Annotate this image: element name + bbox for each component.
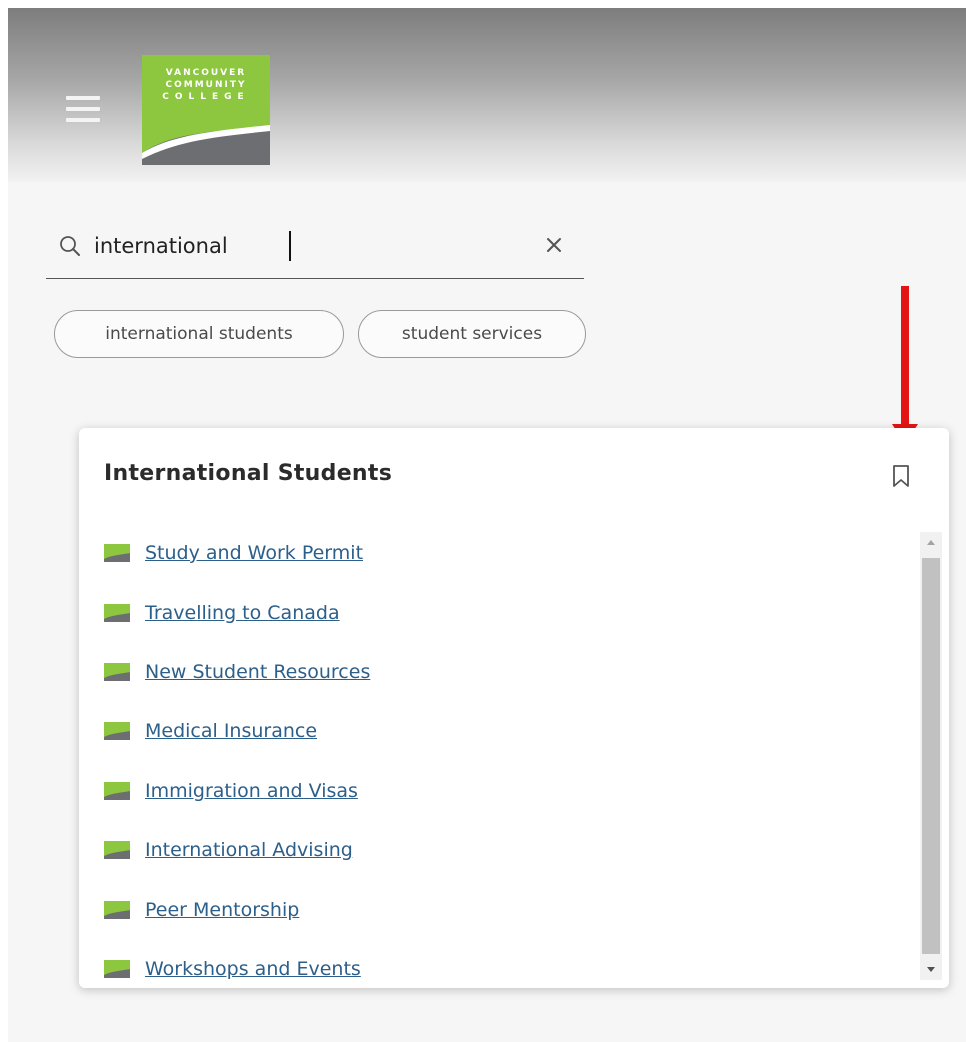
text-caret [289,231,291,261]
scrollbar[interactable] [920,532,942,980]
suggestion-chip-student-services[interactable]: student services [358,310,586,358]
result-card: International Students Study and Work Pe… [79,428,949,988]
scroll-thumb[interactable] [922,558,940,954]
scroll-down-arrow-icon[interactable] [920,958,942,980]
list-item: New Student Resources [104,655,370,689]
list-item: Workshops and Events [104,952,361,986]
link-new-student-resources[interactable]: New Student Resources [145,661,370,683]
bookmark-icon[interactable] [891,464,911,488]
vcc-link-icon [104,901,130,919]
link-immigration-and-visas[interactable]: Immigration and Visas [145,780,358,802]
red-arrow-down-icon [892,286,918,444]
vcc-logo[interactable]: VANCOUVER COMMUNITY COLLEGE [142,55,270,165]
link-peer-mentorship[interactable]: Peer Mentorship [145,899,299,921]
list-item: International Advising [104,833,353,867]
search-bar [46,220,584,279]
list-item: Travelling to Canada [104,596,340,630]
suggestion-chip-international-students[interactable]: international students [54,310,344,358]
vcc-link-icon [104,841,130,859]
search-icon [60,236,80,256]
vcc-link-icon [104,960,130,978]
page: VANCOUVER COMMUNITY COLLEGE internationa… [8,8,966,1042]
list-item: Medical Insurance [104,714,317,748]
search-input[interactable] [94,228,514,264]
link-international-advising[interactable]: International Advising [145,839,353,861]
scroll-up-arrow-icon[interactable] [920,532,942,554]
link-workshops-and-events[interactable]: Workshops and Events [145,958,361,980]
logo-swoosh-icon [142,125,270,165]
list-item: Peer Mentorship [104,893,299,927]
site-header: VANCOUVER COMMUNITY COLLEGE [8,8,966,182]
vcc-link-icon [104,663,130,681]
vcc-link-icon [104,722,130,740]
link-medical-insurance[interactable]: Medical Insurance [145,720,317,742]
vcc-link-icon [104,604,130,622]
hamburger-menu-icon[interactable] [66,96,100,122]
link-travelling-to-canada[interactable]: Travelling to Canada [145,602,340,624]
vcc-link-icon [104,544,130,562]
link-study-and-work-permit[interactable]: Study and Work Permit [145,542,363,564]
card-title: International Students [104,461,393,486]
list-item: Immigration and Visas [104,774,358,808]
close-icon[interactable] [539,230,569,260]
vcc-link-icon [104,782,130,800]
list-item: Study and Work Permit [104,536,363,570]
